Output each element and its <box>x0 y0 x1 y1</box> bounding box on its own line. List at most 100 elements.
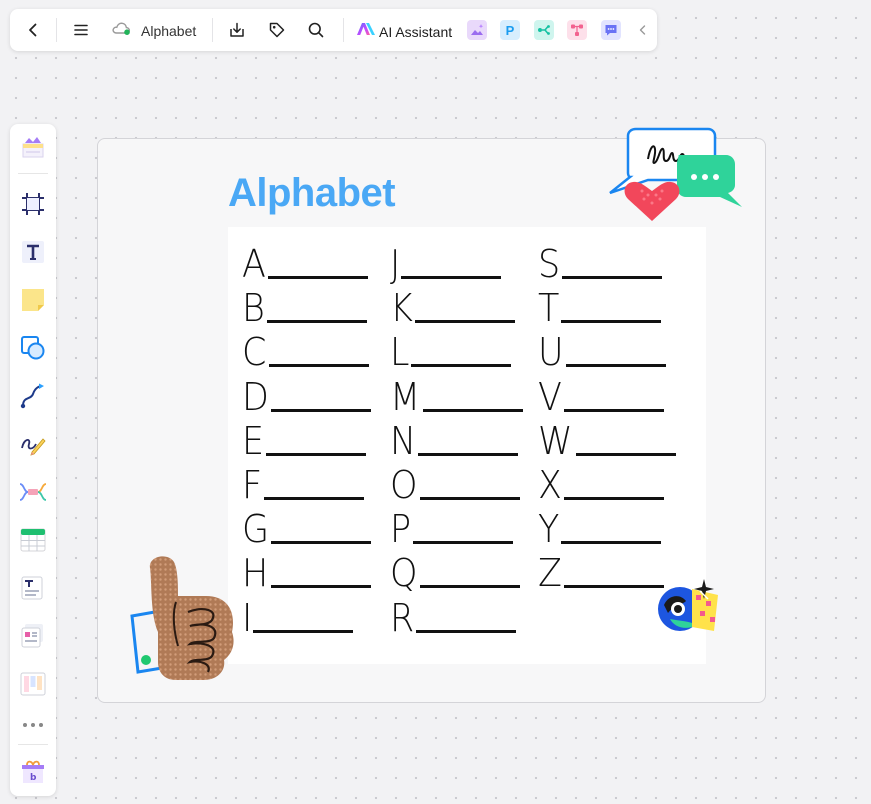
tag-icon[interactable] <box>265 18 289 42</box>
letter-entry: I <box>242 593 354 637</box>
letter: G <box>242 507 270 552</box>
more-tools-icon[interactable] <box>17 709 49 741</box>
letter-entry: N <box>390 416 519 463</box>
letter: X <box>538 463 562 507</box>
kanban-tool-icon[interactable] <box>17 668 49 700</box>
answer-blank-line[interactable] <box>270 585 371 589</box>
mindmap-tool-icon[interactable] <box>17 476 49 508</box>
document-title[interactable]: Alphabet <box>111 20 196 41</box>
letter-entry: P <box>390 504 513 548</box>
letter-entry: Q <box>390 548 520 592</box>
answer-blank-line[interactable] <box>419 497 520 500</box>
answer-blank-line[interactable] <box>414 320 515 324</box>
collapse-chevron-icon[interactable] <box>631 18 655 42</box>
answer-blank-line[interactable] <box>268 364 369 368</box>
letter-entry: Z <box>538 548 665 592</box>
letter: N <box>390 418 417 463</box>
letter-entry: F <box>242 460 364 504</box>
title-label: Alphabet <box>141 22 197 39</box>
letter-entry: E <box>242 416 367 463</box>
letter: T <box>538 286 560 331</box>
worksheet-card[interactable]: Alphabet ABCDEFGHIJKLMNOPQRSTUVW X Y Z <box>97 127 766 703</box>
answer-blank-line[interactable] <box>561 541 662 545</box>
answer-blank-line[interactable] <box>418 452 519 456</box>
letter-entry: U <box>538 327 666 371</box>
letter-entry: T <box>538 283 662 331</box>
chat-bubbles-sticker <box>609 127 742 221</box>
answer-blank-line[interactable] <box>562 276 663 279</box>
letter-entry: J <box>390 239 502 286</box>
sticky-note-tool-icon[interactable] <box>17 284 49 316</box>
colorful-shapes-sticker <box>658 579 718 631</box>
letter: J <box>390 242 401 286</box>
letter-entry: O <box>390 460 520 504</box>
chat-app-icon[interactable] <box>601 20 621 40</box>
cloud-icon <box>111 20 133 41</box>
menu-icon[interactable] <box>69 18 93 42</box>
mindmap-app-icon[interactable] <box>534 20 554 40</box>
shape-tool-icon[interactable] <box>17 332 49 364</box>
materials-box-icon[interactable]: b <box>17 756 49 788</box>
letter: R <box>390 595 415 640</box>
divider <box>343 18 344 42</box>
letter: E <box>242 418 265 463</box>
divider <box>18 173 48 174</box>
letter: L <box>390 330 410 375</box>
ai-assistant-button[interactable]: AI Assistant <box>356 21 452 42</box>
letter: U <box>538 330 564 375</box>
letter: F <box>242 463 263 507</box>
thumbs-up-sticker <box>130 556 234 680</box>
text-tool-icon[interactable] <box>17 236 49 268</box>
answer-blank-line[interactable] <box>575 452 676 456</box>
frame-tool-icon[interactable] <box>17 188 49 220</box>
letter: M <box>390 374 421 419</box>
answer-blank-line[interactable] <box>564 497 665 500</box>
answer-blank-line[interactable] <box>401 276 502 279</box>
divider <box>56 18 57 42</box>
presentation-app-icon[interactable]: P <box>500 20 520 40</box>
letter: C <box>242 330 267 375</box>
answer-blank-line[interactable] <box>564 408 664 412</box>
letter: D <box>242 374 269 419</box>
divider <box>18 744 48 745</box>
answer-blank-line[interactable] <box>561 320 662 324</box>
letter: H <box>242 551 269 596</box>
answer-blank-line[interactable] <box>411 364 512 368</box>
answer-blank-line[interactable] <box>263 497 364 500</box>
back-icon[interactable] <box>21 18 45 42</box>
answer-blank-line[interactable] <box>412 541 513 545</box>
letter: P <box>390 507 412 552</box>
answer-blank-line[interactable] <box>422 408 523 412</box>
table-tool-icon[interactable] <box>17 524 49 556</box>
download-icon[interactable] <box>225 18 249 42</box>
search-icon[interactable] <box>304 18 328 42</box>
card-tool-icon[interactable] <box>17 620 49 652</box>
image-ai-app-icon[interactable] <box>467 20 487 40</box>
answer-blank-line[interactable] <box>565 364 666 368</box>
letter: S <box>538 242 561 286</box>
letter-entry: H <box>242 548 371 592</box>
letter: O <box>390 463 418 507</box>
flowchart-app-icon[interactable] <box>567 20 587 40</box>
answer-blank-line[interactable] <box>419 585 520 589</box>
ai-logo-icon <box>356 21 376 42</box>
letter: Q <box>390 551 418 596</box>
letter-entry: R <box>390 593 517 640</box>
letter-entry: G <box>242 504 372 552</box>
connector-tool-icon[interactable] <box>17 380 49 412</box>
templates-tool-icon[interactable] <box>17 132 49 164</box>
answer-blank-line[interactable] <box>266 452 367 456</box>
answer-blank-line[interactable] <box>266 320 367 324</box>
answer-blank-line[interactable] <box>416 629 517 633</box>
text-block-tool-icon[interactable] <box>17 572 49 604</box>
answer-blank-line[interactable] <box>253 629 354 633</box>
answer-blank-line[interactable] <box>564 585 665 589</box>
letter-entry: X <box>538 460 665 507</box>
pen-tool-icon[interactable] <box>17 428 49 460</box>
letter: A <box>242 242 266 286</box>
answer-blank-line[interactable] <box>271 541 372 545</box>
answer-blank-line[interactable] <box>268 276 368 279</box>
top-toolbar: Alphabet AI Assistant P <box>10 9 657 51</box>
answer-blank-line[interactable] <box>271 408 372 412</box>
letter: K <box>390 286 413 331</box>
